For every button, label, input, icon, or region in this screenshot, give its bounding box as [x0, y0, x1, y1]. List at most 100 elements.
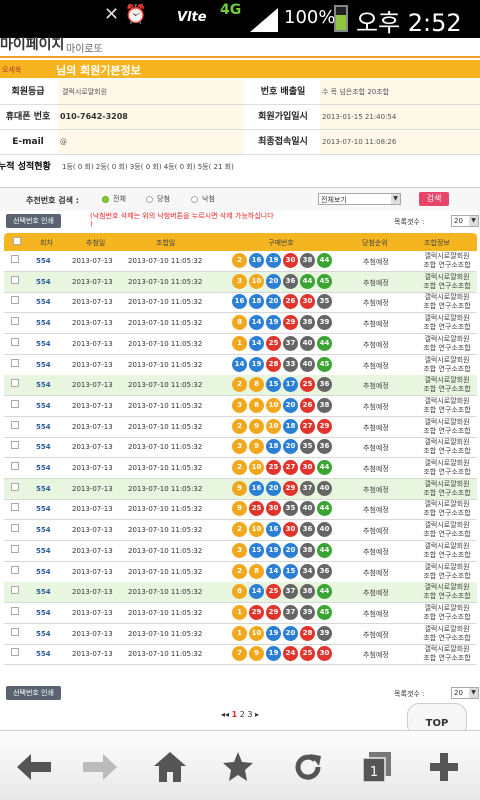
row-checkbox[interactable]	[11, 441, 19, 450]
print-selected-button-bottom[interactable]: 선택번호 인쇄	[6, 686, 61, 700]
row-checkbox[interactable]	[11, 503, 19, 512]
draw-date: 2013-07-13	[72, 339, 113, 348]
combo-date: 2013-07-10 11:05:32	[128, 505, 203, 514]
bookmark-icon[interactable]	[218, 749, 258, 785]
lotto-ball: 25	[266, 584, 281, 600]
combo-info-line2: 조합 연구소조합	[423, 364, 471, 373]
combo-info-line2: 조합 연구소조합	[423, 488, 471, 497]
rank-status: 추첨예정	[363, 651, 389, 660]
row-checkbox[interactable]	[11, 627, 19, 636]
pager-prev[interactable]: ◂◂	[221, 710, 229, 719]
lotto-ball: 36	[317, 377, 332, 393]
pager-page-2[interactable]: 2	[240, 710, 245, 719]
combo-info-line1: 갤럭시로얄회원	[424, 479, 470, 488]
lotto-ball: 29	[266, 604, 281, 620]
add-icon[interactable]	[424, 749, 464, 785]
ball-set: 2 10 25 27 30 44	[232, 460, 332, 477]
combo-info: 갤럭시로얄회원 조합 연구소조합	[417, 604, 477, 622]
round-number: 554	[36, 484, 51, 493]
home-icon[interactable]	[150, 749, 190, 785]
lotto-ball: 37	[283, 604, 298, 620]
info-row: E-mail @ 최종접속일시 2013-07-10 11:08:26	[0, 130, 480, 155]
draw-date: 2013-07-13	[72, 650, 113, 659]
lotto-ball: 8	[232, 584, 247, 600]
rank-status: 추첨예정	[363, 547, 389, 556]
rank-status: 추첨예정	[363, 402, 389, 411]
combo-info-line1: 갤럭시로얄회원	[424, 272, 470, 281]
row-checkbox[interactable]	[11, 606, 19, 615]
row-checkbox[interactable]	[11, 296, 19, 305]
row-checkbox[interactable]	[11, 482, 19, 491]
count-label: 목록갯수 :	[394, 218, 425, 226]
battery-percent: 100%	[284, 7, 336, 28]
combo-info-line2: 조합 연구소조합	[423, 612, 471, 621]
lotto-ball: 25	[266, 335, 281, 351]
search-button[interactable]: 검색	[419, 192, 449, 206]
rank-status: 추첨예정	[363, 465, 389, 473]
lotto-ball: 9	[232, 501, 247, 517]
row-checkbox[interactable]	[11, 317, 19, 326]
refresh-icon[interactable]	[288, 749, 328, 785]
row-checkbox[interactable]	[11, 544, 19, 553]
row-checkbox[interactable]	[11, 379, 19, 388]
count-select[interactable]: 20 ▼	[451, 215, 479, 227]
row-checkbox[interactable]	[11, 586, 19, 595]
row-checkbox[interactable]	[11, 648, 19, 657]
forward-icon[interactable]	[80, 749, 120, 785]
select-all-checkbox[interactable]	[13, 237, 21, 245]
round-number: 554	[36, 422, 51, 431]
grade-value: 갤럭시로얄회원	[58, 80, 244, 104]
pager-next[interactable]: ▸	[255, 710, 259, 719]
lotto-ball: 9	[249, 439, 264, 455]
ball-set: 2 10 16 30 36 40	[232, 522, 332, 539]
row-checkbox[interactable]	[11, 358, 19, 367]
filter-select-value: 전체보기	[321, 196, 347, 204]
ball-set: 9 25 30 35 40 44	[232, 501, 332, 518]
count-select-value: 20	[454, 689, 463, 697]
ball-set: 9 16 20 29 37 40	[232, 480, 332, 498]
round-number: 554	[36, 526, 51, 535]
row-checkbox[interactable]	[11, 524, 19, 533]
delete-notice: (낙첨번호 삭제는 위의 낙첨버튼을 누르시면 삭제 가능하십니다 )	[90, 212, 274, 228]
row-checkbox[interactable]	[11, 275, 19, 284]
count-select-bottom[interactable]: 20 ▼	[451, 687, 479, 699]
lotto-ball: 19	[266, 625, 281, 641]
back-icon[interactable]	[14, 749, 54, 785]
radio-lose[interactable]: 낙첨	[191, 194, 215, 204]
row-checkbox[interactable]	[11, 565, 19, 574]
filter-select[interactable]: 전체보기 ▼	[318, 193, 401, 205]
row-checkbox[interactable]	[11, 255, 19, 263]
round-number: 554	[36, 401, 51, 410]
rank-status: 추첨예정	[363, 568, 389, 577]
rank-status: 추첨예정	[363, 320, 389, 329]
rank-status: 추첨예정	[363, 527, 389, 536]
row-checkbox[interactable]	[11, 399, 19, 408]
lotto-ball: 15	[249, 542, 264, 558]
row-checkbox[interactable]	[11, 462, 19, 470]
page-subtitle: 마이로또	[66, 44, 103, 55]
lotto-ball: 25	[266, 460, 281, 475]
print-selected-button[interactable]: 선택번호 인쇄	[6, 214, 61, 228]
pager-page-3[interactable]: 3	[247, 710, 252, 719]
combo-info: 갤럭시로얄회원 조합 연구소조합	[417, 583, 477, 601]
pager-page-1[interactable]: 1	[232, 710, 238, 719]
col-header: 조합정보	[424, 239, 450, 247]
lotto-ball: 14	[266, 563, 281, 579]
lotto-ball: 36	[300, 522, 315, 538]
ball-set: 2 8 15 17 25 36	[232, 377, 332, 394]
combo-info-line2: 조합 연구소조합	[423, 323, 471, 332]
combo-date: 2013-07-10 11:05:32	[128, 381, 203, 390]
tabs-icon[interactable]: 1	[356, 749, 396, 785]
rank-status: 추첨예정	[363, 485, 389, 494]
row-checkbox[interactable]	[11, 420, 19, 429]
draw-date: 2013-07-13	[72, 381, 113, 390]
lotto-ball: 18	[283, 418, 298, 434]
table-row: 554 2013-07-13 2013-07-10 11:05:32 3 9 18 20 35…	[4, 437, 477, 459]
combo-info-line2: 조합 연구소조합	[423, 405, 471, 414]
lotto-ball: 27	[283, 460, 298, 475]
radio-all[interactable]: 전체	[102, 194, 126, 204]
ball-set: 8 14 19 29 38 39	[232, 315, 332, 332]
radio-win[interactable]: 당첨	[146, 194, 170, 204]
lotto-ball: 20	[283, 397, 298, 413]
row-checkbox[interactable]	[11, 337, 19, 346]
